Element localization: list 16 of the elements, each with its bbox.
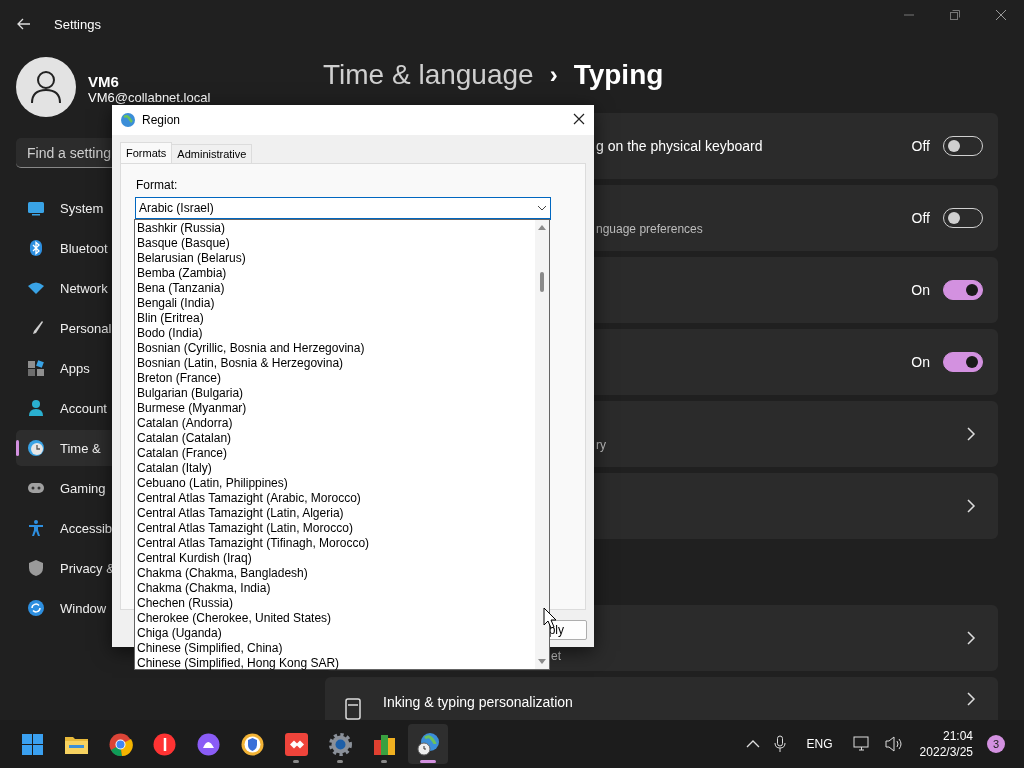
card-title: g on the physical keyboard [596, 138, 764, 154]
card-title: Inking & typing personalization [383, 694, 574, 710]
user-name: VM6 [88, 73, 120, 90]
format-label: Format: [136, 178, 178, 192]
card-subtitle: et [551, 649, 562, 663]
user-email: VM6@collabnet.local [88, 90, 211, 105]
window-title: Settings [54, 16, 101, 32]
toggle-state: On [911, 354, 930, 370]
page-title: Typing [573, 59, 664, 91]
card-subtitle: nguage preferences [596, 222, 704, 236]
card-subtitle: ry [596, 438, 607, 452]
toggle-state: Off [911, 138, 930, 154]
dialog-title: Region [142, 113, 181, 127]
breadcrumb-separator: › [549, 61, 558, 89]
toggle-state: Off [911, 210, 930, 226]
toggle-state: On [911, 282, 930, 298]
